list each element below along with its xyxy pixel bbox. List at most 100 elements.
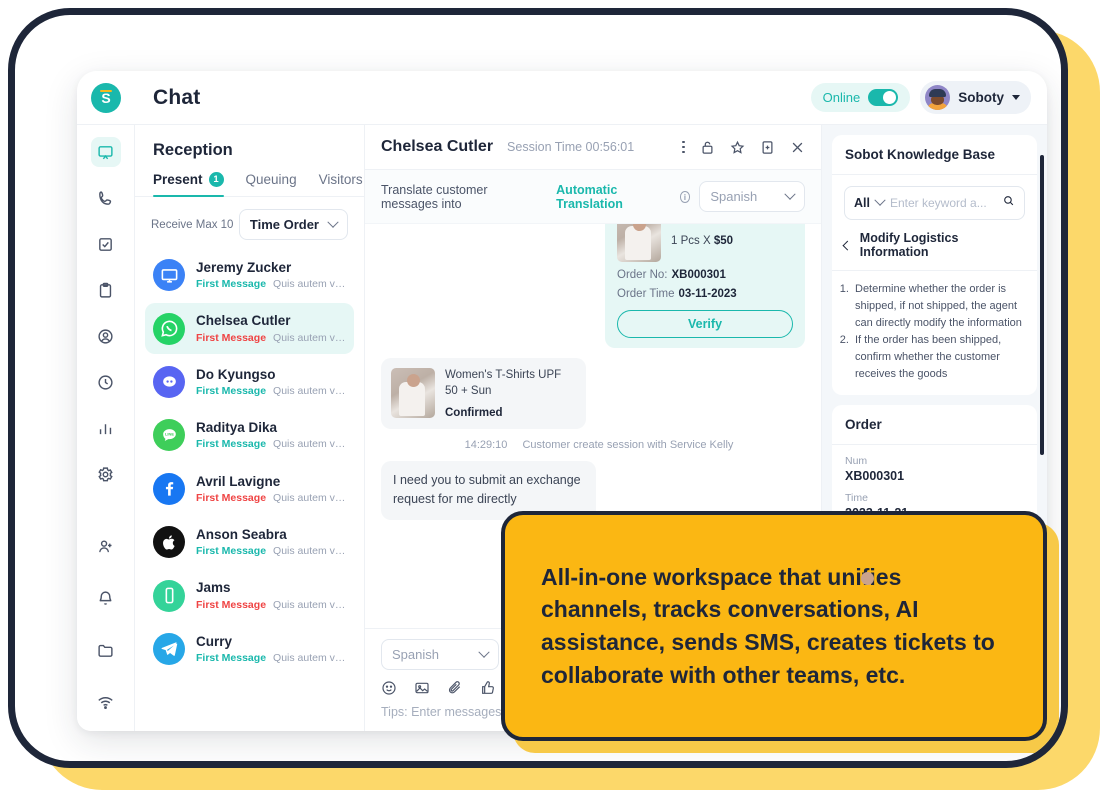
list-item[interactable]: Curry First Message Quis autem vel eum iu.… [145,624,354,674]
sidebar-item-analytics[interactable] [91,413,121,443]
tab-queuing-label: Queuing [245,172,297,187]
chevron-left-icon[interactable] [842,240,853,250]
verify-button[interactable]: Verify [617,310,793,338]
online-switch[interactable] [868,89,899,106]
order-time-row: Order Time 03-11-2023 [617,288,793,300]
sidebar-item-tasks[interactable] [91,229,121,259]
facebook-icon [153,472,185,505]
order-num-value: XB000301 [845,469,905,484]
automatic-translation-link[interactable]: Automatic Translation [556,183,670,211]
contact-meta: Do Kyungso First Message Quis autem vel eu… [196,366,346,398]
order-quantity: 1 Pcs X $50 [671,235,733,247]
tab-queuing[interactable]: Queuing [246,172,297,196]
order-card: Sun 1 Pcs X $50 Order [605,224,805,348]
list-item[interactable]: Chelsea Cutler First Message Quis autem ve… [145,303,354,354]
stage: S Chat Online Soboty Reception Present 1… [0,0,1120,800]
translation-bar: Translate customer messages into Automat… [365,170,821,224]
right-panel-scrollbar[interactable] [1040,155,1044,455]
chevron-down-icon [327,216,339,228]
top-bar: S Chat Online Soboty [77,71,1047,125]
product-title: Women's T-Shirts UPF 50 + Sun [445,369,562,397]
translate-language-select[interactable]: Spanish [699,181,805,212]
message-snippet: Quis autem vel eum iu... [273,491,346,504]
first-message-tag: First Message [196,331,267,344]
contact-list[interactable]: Jeremy Zucker First Message Quis autem vel… [135,250,364,731]
rail-bottom-group [91,531,121,717]
order-qty-x: X [702,235,711,248]
svg-text:LINE: LINE [165,431,174,436]
apple-icon [153,526,185,559]
tab-present-label: Present [153,172,203,187]
knowledge-base-search[interactable]: All Enter keyword a... [844,186,1025,220]
composer-language-select[interactable]: Spanish [381,639,499,670]
tab-present-badge: 1 [208,172,224,187]
image-icon[interactable] [414,680,430,696]
add-user-icon[interactable] [91,531,121,561]
contact-meta: Chelsea Cutler First Message Quis autem ve… [196,312,346,344]
lock-icon[interactable] [700,140,715,155]
top-bar-actions: Online Soboty [810,81,1047,114]
close-icon[interactable] [790,140,805,155]
sobot-logo[interactable]: S [91,82,121,113]
whatsapp-icon [153,312,185,345]
sidebar-item-phone[interactable] [91,183,121,213]
order-time-label: Time [845,492,868,505]
reception-tabs: Present 1 Queuing Visitors [135,172,364,197]
feature-callout: All-in-one workspace that unifies channe… [501,511,1047,741]
sidebar-item-settings[interactable] [91,459,121,489]
first-message-tag: First Message [196,598,267,611]
kb-filter-value: All [854,196,870,210]
bell-icon[interactable] [91,583,121,613]
product-thumbnail [617,224,661,262]
user-menu[interactable]: Soboty [920,81,1031,114]
monitor-icon [153,259,185,292]
tab-visitors-label: Visitors [318,172,363,187]
search-icon[interactable] [1002,194,1015,212]
kb-article-title: Modify Logistics Information [859,231,959,259]
contact-subline: First Message Quis autem vel eum iu... [196,491,346,505]
sort-order-select[interactable]: Time Order [238,209,348,240]
kb-search-input[interactable]: Enter keyword a... [890,196,996,210]
sidebar-item-history[interactable] [91,367,121,397]
discord-icon [153,365,185,398]
order-no-label: Order No: [617,269,668,281]
wifi-icon[interactable] [91,687,121,717]
list-item[interactable]: Avril Lavigne First Message Quis autem vel… [145,464,354,514]
list-item[interactable]: Jams First Message Quis autem vel eum iu..… [145,570,354,620]
list-item[interactable]: LINE Raditya Dika First Message Quis autem … [145,410,354,460]
chat-header-actions [682,140,805,155]
session-timer: Session Time 00:56:01 [507,140,635,154]
reception-title: Reception [153,141,233,159]
emoji-icon[interactable] [381,680,397,696]
sidebar-item-chat[interactable] [90,137,121,167]
order-panel-title: Order [832,405,1037,446]
sidebar-item-tickets[interactable] [91,275,121,305]
rail-top-group [90,137,121,489]
list-item[interactable]: Anson Seabra First Message Quis autem vel … [145,517,354,567]
attachment-icon[interactable] [447,680,463,696]
message-snippet: Quis autem vel eum iu... [273,278,346,291]
info-icon[interactable]: i [679,190,691,203]
tab-visitors[interactable]: Visitors [319,172,363,196]
contact-meta: Avril Lavigne First Message Quis autem vel… [196,473,346,505]
telegram-icon [153,632,185,665]
chat-header: Chelsea Cutler Session Time 00:56:01 [365,125,821,170]
message-snippet: Quis autem vel eum iu... [273,651,346,664]
list-item[interactable]: Do Kyungso First Message Quis autem vel eu… [145,357,354,407]
folder-icon[interactable] [91,635,121,665]
order-no-row: Order No: XB000301 [617,269,793,281]
contact-subline: First Message Quis autem vel eum iu... [196,331,346,345]
translate-label: Translate customer messages into [381,182,488,211]
sidebar-rail [77,125,135,731]
online-status-toggle[interactable]: Online [810,83,911,112]
more-options-icon[interactable] [682,140,685,154]
device-frame: S Chat Online Soboty Reception Present 1… [8,8,1068,768]
tab-present[interactable]: Present 1 [153,172,224,197]
kb-article-point: If the order has been shipped, confirm w… [852,332,1024,383]
sidebar-item-contacts[interactable] [91,321,121,351]
new-note-icon[interactable] [760,140,775,155]
list-item[interactable]: Jeremy Zucker First Message Quis autem vel… [145,250,354,300]
reception-panel: Reception Present 1 Queuing Visitors Rec… [135,125,365,731]
star-icon[interactable] [730,140,745,155]
thumbs-up-icon[interactable] [480,680,496,696]
